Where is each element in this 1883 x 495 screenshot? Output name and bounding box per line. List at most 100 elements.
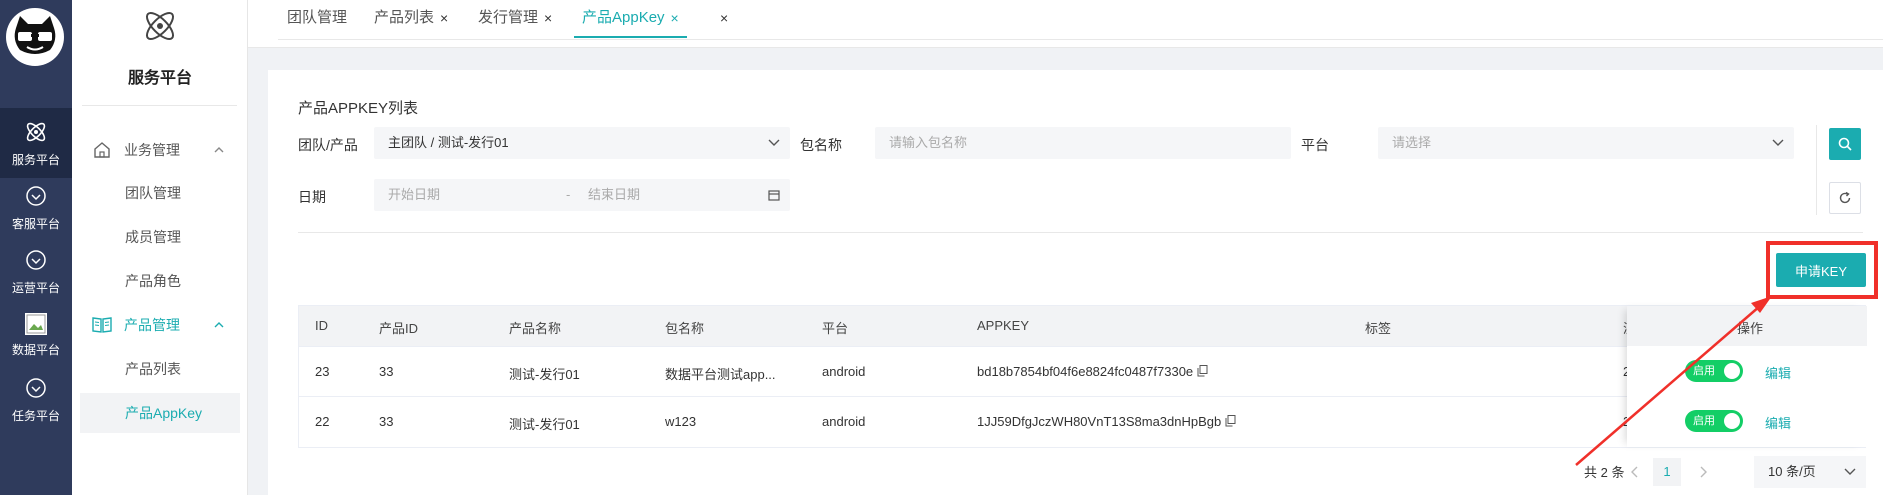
atom-icon: [146, 11, 174, 40]
cell-product-name: 测试-发行01: [509, 367, 580, 382]
toggle-knob: [1724, 363, 1740, 379]
team-product-select[interactable]: 主团队 / 测试-发行01: [374, 127, 790, 159]
cell-platform: android: [822, 364, 866, 379]
package-name-placeholder: 请输入包名称: [889, 135, 968, 150]
close-icon[interactable]: ×: [720, 2, 728, 34]
tab-label: 团队管理: [287, 9, 348, 26]
apply-key-button[interactable]: 申请KEY: [1776, 253, 1866, 287]
platform-placeholder: 请选择: [1392, 135, 1432, 150]
sidebar-item-product-roles[interactable]: 产品角色: [80, 261, 240, 301]
close-all-tabs-button[interactable]: ×: [714, 0, 728, 38]
rail-item-label: 服务平台: [11, 152, 60, 167]
status-toggle[interactable]: 启用: [1685, 360, 1743, 382]
chevron-circle-icon: [23, 183, 49, 209]
sidebar-group-label: 业务管理: [124, 142, 180, 158]
page-size-select[interactable]: 10 条/页: [1754, 456, 1866, 488]
cell-id: 23: [315, 364, 330, 379]
divider: [278, 39, 1883, 40]
search-button[interactable]: [1829, 128, 1861, 160]
fixed-actions-column: 操作 启用 编辑 启用 编辑: [1627, 306, 1867, 447]
main-card: 产品APPKEY列表 团队/产品 主团队 / 测试-发行01 包名称 请输入包名…: [268, 70, 1883, 495]
rail-item-service[interactable]: 服务平台: [0, 108, 72, 178]
page-title: 产品APPKEY列表: [298, 100, 419, 117]
rail-item-label: 数据平台: [11, 342, 60, 357]
sidebar-item-product-list[interactable]: 产品列表: [80, 349, 240, 389]
date-range-picker[interactable]: 开始日期 - 结束日期: [374, 179, 790, 211]
search-icon: [1838, 137, 1852, 151]
app-logo[interactable]: [6, 8, 64, 66]
cell-product-id: 33: [379, 364, 394, 379]
divider: [82, 105, 237, 106]
close-icon[interactable]: ×: [671, 2, 679, 34]
edit-link[interactable]: 编辑: [1765, 363, 1791, 382]
chevron-circle-icon: [23, 247, 49, 273]
col-header-product-name: 产品名称: [509, 321, 562, 336]
pagination-page-1[interactable]: 1: [1653, 458, 1681, 486]
copy-icon[interactable]: [1197, 365, 1208, 377]
chevron-circle-icon: [23, 375, 49, 401]
edit-link[interactable]: 编辑: [1765, 413, 1791, 432]
tab-bar: 团队管理 产品列表 × 发行管理 × 产品AppKey × ×: [248, 0, 1883, 48]
sidebar-item-product-appkey[interactable]: 产品AppKey: [80, 393, 240, 433]
package-name-input[interactable]: 请输入包名称: [875, 127, 1291, 159]
chevron-down-icon: [1772, 139, 1784, 146]
appkey-table: ID 产品ID 产品名称 包名称 平台 APPKEY 标签 济 23 33 测试…: [298, 305, 1867, 448]
date-label: 日期: [298, 189, 326, 205]
date-start-placeholder: 开始日期: [388, 187, 441, 202]
date-end-placeholder: 结束日期: [588, 187, 641, 202]
cell-product-name: 测试-发行01: [509, 417, 580, 432]
appkey-text: bd18b7854bf04f6e8824fc0487f7330e: [977, 364, 1194, 379]
rail-item-customer-service[interactable]: 客服平台: [0, 172, 72, 242]
rail-item-label: 客服平台: [11, 216, 60, 231]
broken-image-icon: [25, 312, 47, 335]
divider: [1816, 125, 1817, 215]
status-toggle[interactable]: 启用: [1685, 410, 1743, 432]
cell-product-id: 33: [379, 414, 394, 429]
pagination-total: 共 2 条: [1584, 465, 1625, 480]
col-header-platform: 平台: [822, 321, 849, 336]
chevron-right-icon[interactable]: [1698, 466, 1708, 478]
chevron-up-icon: [214, 322, 224, 328]
copy-icon[interactable]: [1225, 415, 1236, 427]
col-header-id: ID: [315, 318, 328, 333]
sidebar-item-team[interactable]: 团队管理: [80, 173, 240, 213]
atom-icon: [23, 119, 49, 145]
toggle-label: 启用: [1693, 365, 1715, 377]
sidebar-group-products[interactable]: 产品管理: [92, 310, 232, 340]
col-header-package: 包名称: [665, 321, 705, 336]
tab-label: 产品AppKey: [582, 9, 665, 26]
divider: [298, 232, 1863, 233]
close-icon[interactable]: ×: [544, 2, 552, 34]
sidebar-group-business[interactable]: 业务管理: [92, 135, 232, 165]
rail-item-operations[interactable]: 运营平台: [0, 236, 72, 306]
tab-product-appkey[interactable]: 产品AppKey ×: [574, 0, 687, 38]
platform-label: 平台: [1301, 137, 1329, 153]
col-header-tag: 标签: [1365, 321, 1392, 336]
close-icon[interactable]: ×: [440, 2, 448, 34]
toggle-label: 启用: [1693, 415, 1715, 427]
team-product-label: 团队/产品: [298, 137, 358, 153]
rail-item-label: 任务平台: [11, 408, 60, 423]
sidebar-item-members[interactable]: 成员管理: [80, 217, 240, 257]
chevron-left-icon[interactable]: [1630, 466, 1640, 478]
table-header: 操作: [1627, 306, 1867, 346]
platform-select[interactable]: 请选择: [1378, 127, 1794, 159]
appkey-text: 1JJ59DfgJczWH80VnT13S8ma3dnHpBgb: [977, 414, 1222, 429]
reset-button[interactable]: [1829, 182, 1861, 214]
col-header-actions: 操作: [1737, 321, 1764, 336]
tab-label: 产品列表: [374, 9, 435, 26]
cell-package: w123: [665, 414, 697, 429]
book-icon: [92, 315, 112, 335]
cat-mascot-icon: [14, 16, 56, 54]
col-header-appkey: APPKEY: [977, 318, 1030, 333]
calendar-icon: [768, 190, 780, 201]
rail-item-tasks[interactable]: 任务平台: [0, 364, 72, 434]
rail-item-data[interactable]: 数据平台: [0, 300, 72, 370]
col-header-product-id: 产品ID: [379, 321, 419, 336]
tab-product-list[interactable]: 产品列表 ×: [374, 0, 448, 38]
toggle-knob: [1724, 413, 1740, 429]
tab-team[interactable]: 团队管理: [287, 0, 347, 38]
app-rail: 服务平台 客服平台 运营平台 数据平台 任务平台: [0, 0, 72, 495]
tab-release[interactable]: 发行管理 ×: [478, 0, 552, 38]
chevron-down-icon: [1844, 468, 1856, 475]
